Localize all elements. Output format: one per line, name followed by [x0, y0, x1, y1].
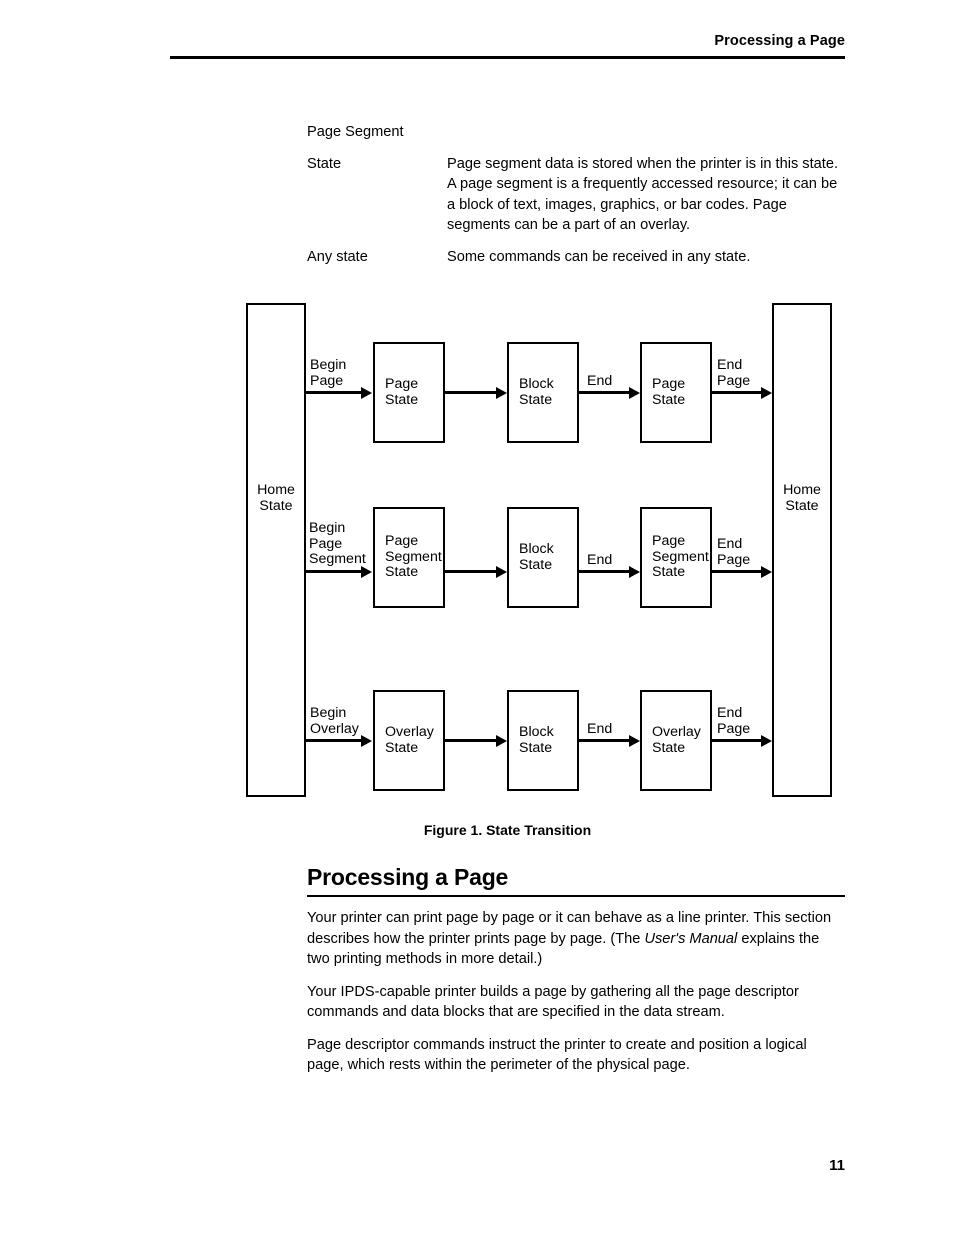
arrow-head-end-2 — [629, 565, 640, 578]
arrow-end-page-1 — [712, 391, 766, 394]
definition-term-page-segment: Page Segment — [307, 124, 404, 140]
paragraph-text-before: Page descriptor commands instruct the pr… — [307, 1036, 807, 1074]
state-box-label: Page Segment State — [652, 533, 709, 581]
arrow-label-end-page-3: End Page — [717, 705, 751, 737]
state-box-label: Overlay State — [652, 724, 701, 756]
arrow-head-end-page-1 — [761, 386, 772, 399]
state-box-page-state-2: Page State — [640, 342, 712, 443]
state-box-label: Page State — [385, 376, 419, 408]
arrow-end-page-2 — [712, 570, 766, 573]
arrow-head-begin-overlay — [361, 734, 372, 747]
state-box-label: Block State — [519, 541, 554, 573]
home-state-bar-right — [772, 303, 832, 797]
arrow-label-end-3: End — [587, 721, 613, 737]
definition-row: State Page segment data is stored when t… — [307, 154, 845, 236]
section-heading-rule — [307, 895, 845, 897]
paragraph-text-italic: User's Manual — [644, 930, 738, 947]
page-number: 11 — [829, 1157, 845, 1174]
state-box-block-state-1: Block State — [507, 342, 579, 443]
arrow-label-end-page-1: End Page — [717, 357, 751, 389]
arrow-head-end-page-2 — [761, 565, 772, 578]
arrow-end-3 — [579, 739, 633, 742]
state-box-page-segment-state-1: Page Segment State — [373, 507, 445, 608]
definition-row: Any state Some commands can be received … — [307, 247, 845, 268]
arrow-begin-page — [306, 391, 362, 394]
arrow-begin-page-segment — [306, 570, 362, 573]
home-state-bar-left — [246, 303, 306, 797]
arrow-overlay-to-block — [445, 739, 500, 742]
arrow-label-end-page-2: End Page — [717, 536, 751, 568]
home-state-bar-right-label: Home State — [783, 482, 821, 514]
arrow-label-end-1: End — [587, 373, 613, 389]
running-header-title: Processing a Page — [714, 33, 845, 49]
arrow-head-page-segment-to-block — [496, 565, 507, 578]
paragraph: Your IPDS-capable printer builds a page … — [307, 982, 845, 1023]
state-box-label: Block State — [519, 376, 554, 408]
arrow-begin-overlay — [306, 739, 362, 742]
state-box-block-state-3: Block State — [507, 690, 579, 791]
definition-list: Page Segment State Page segment data is … — [307, 122, 845, 278]
arrow-label-begin-overlay: Begin Overlay — [310, 705, 359, 737]
paragraph: Your printer can print page by page or i… — [307, 908, 845, 970]
arrow-end-1 — [579, 391, 633, 394]
arrow-head-overlay-to-block — [496, 734, 507, 747]
home-state-bar-left-label: Home State — [257, 482, 295, 514]
paragraph-text-before: Your IPDS-capable printer builds a page … — [307, 983, 799, 1021]
state-box-page-state-1: Page State — [373, 342, 445, 443]
arrow-end-page-3 — [712, 739, 766, 742]
arrow-label-end-2: End — [587, 552, 613, 568]
arrow-head-page-to-block — [496, 386, 507, 399]
state-box-label: Block State — [519, 724, 554, 756]
arrow-head-begin-page — [361, 386, 372, 399]
state-box-label: Overlay State — [385, 724, 434, 756]
definition-term: State — [307, 155, 342, 172]
state-box-block-state-2: Block State — [507, 507, 579, 608]
arrow-page-segment-to-block — [445, 570, 500, 573]
definition-term: Any state — [307, 248, 368, 265]
state-transition-diagram: Home State Home State Page State Block S… — [240, 295, 860, 815]
arrow-page-to-block — [445, 391, 500, 394]
section-heading: Processing a Page — [307, 864, 509, 890]
paragraph: Page descriptor commands instruct the pr… — [307, 1035, 845, 1076]
header-divider-rule — [170, 56, 845, 59]
arrow-label-begin-page: Begin Page — [310, 357, 347, 389]
definition-description: Page segment data is stored when the pri… — [447, 155, 839, 234]
state-box-overlay-state-2: Overlay State — [640, 690, 712, 791]
document-page: Processing a Page Page Segment State Pag… — [0, 0, 954, 1235]
section-body: Your printer can print page by page or i… — [307, 908, 845, 1088]
arrow-head-end-page-3 — [761, 734, 772, 747]
state-box-overlay-state-1: Overlay State — [373, 690, 445, 791]
state-box-label: Page Segment State — [385, 533, 442, 581]
arrow-label-begin-page-segment: Begin Page Segment — [309, 520, 366, 567]
arrow-end-2 — [579, 570, 633, 573]
arrow-head-end-3 — [629, 734, 640, 747]
arrow-head-end-1 — [629, 386, 640, 399]
definition-description: Some commands can be received in any sta… — [447, 248, 751, 265]
arrow-head-begin-page-segment — [361, 565, 372, 578]
state-box-page-segment-state-2: Page Segment State — [640, 507, 712, 608]
state-box-label: Page State — [652, 376, 686, 408]
figure-caption: Figure 1. State Transition — [423, 822, 592, 838]
